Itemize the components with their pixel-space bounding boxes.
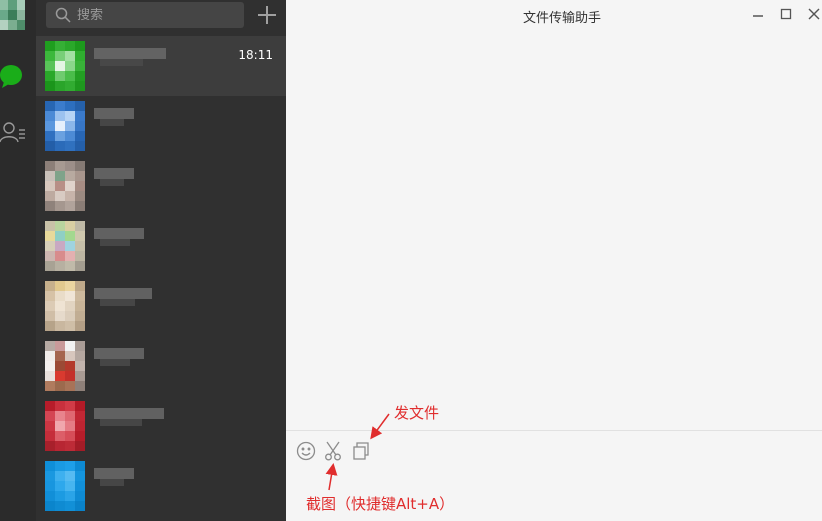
screenshot-scissors-icon xyxy=(325,441,341,461)
contact-avatar xyxy=(45,161,85,211)
contact-avatar xyxy=(45,341,85,391)
conversation-list-pane: 18:11 xyxy=(36,0,286,521)
plus-icon xyxy=(258,6,276,24)
contact-avatar xyxy=(45,41,85,91)
screenshot-arrow xyxy=(325,463,338,491)
close-icon xyxy=(808,8,820,20)
nav-contacts-button[interactable] xyxy=(0,120,26,146)
send-file-annotation: 发文件 xyxy=(394,404,440,422)
minimize-button[interactable] xyxy=(746,2,770,26)
chat-list-item[interactable] xyxy=(36,276,286,336)
contact-name xyxy=(94,228,144,246)
chat-time: 18:11 xyxy=(238,48,273,62)
contact-name xyxy=(94,408,164,426)
contact-name xyxy=(94,348,144,366)
minimize-icon xyxy=(753,15,763,17)
contact-avatar xyxy=(45,401,85,451)
nav-rail xyxy=(0,0,36,521)
contact-avatar xyxy=(45,101,85,151)
screenshot-annotation: 截图（快捷键Alt+A） xyxy=(306,495,455,513)
chat-list-item[interactable] xyxy=(36,336,286,396)
contact-avatar xyxy=(45,461,85,511)
contact-name xyxy=(94,468,134,486)
message-area xyxy=(286,36,822,430)
maximize-button[interactable] xyxy=(774,2,798,26)
contact-name xyxy=(94,108,134,126)
chat-bubble-icon xyxy=(0,65,22,88)
search-input[interactable] xyxy=(77,7,227,23)
chat-list-item[interactable] xyxy=(36,96,286,156)
emoji-button[interactable] xyxy=(295,440,317,462)
chat-list-item[interactable]: 18:11 xyxy=(36,36,286,96)
close-button[interactable] xyxy=(802,2,822,26)
contact-name xyxy=(94,168,134,186)
emoji-icon xyxy=(296,441,316,461)
contact-avatar xyxy=(45,281,85,331)
contacts-icon xyxy=(0,122,25,143)
user-avatar[interactable] xyxy=(0,0,25,30)
send-file-button[interactable] xyxy=(350,440,372,462)
chat-list: 18:11 xyxy=(36,36,286,516)
search-icon xyxy=(55,7,71,23)
chat-list-item[interactable] xyxy=(36,456,286,516)
send-file-icon xyxy=(353,442,369,460)
chat-list-item[interactable] xyxy=(36,396,286,456)
screenshot-button[interactable] xyxy=(322,440,344,462)
nav-chat-button[interactable] xyxy=(0,64,24,88)
contact-avatar xyxy=(45,221,85,271)
chat-list-item[interactable] xyxy=(36,156,286,216)
chat-window: 文件传输助手 发文件 截图（快捷键Alt+A） xyxy=(286,0,822,521)
chat-list-item[interactable] xyxy=(36,216,286,276)
add-chat-button[interactable] xyxy=(254,2,280,28)
search-box[interactable] xyxy=(46,2,244,28)
contact-name xyxy=(94,48,166,66)
maximize-icon xyxy=(780,8,792,20)
contact-name xyxy=(94,288,152,306)
window-title: 文件传输助手 xyxy=(522,11,601,26)
input-divider xyxy=(286,430,822,431)
